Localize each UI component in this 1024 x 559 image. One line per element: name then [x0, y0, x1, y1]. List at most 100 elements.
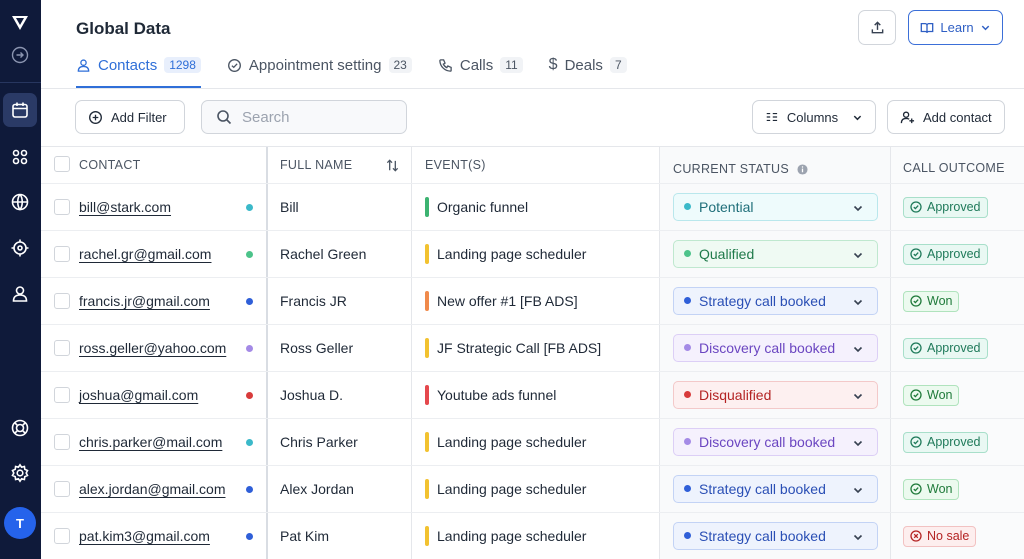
sort-icon[interactable] — [385, 158, 400, 173]
event-cell[interactable]: JF Strategic Call [FB ADS] — [437, 337, 601, 359]
status-dropdown[interactable]: Strategy call booked — [673, 474, 878, 503]
row-checkbox[interactable] — [54, 292, 70, 309]
full-name-cell: Alex Jordan — [280, 480, 354, 497]
status-dropdown[interactable]: Strategy call booked — [673, 286, 878, 315]
add-filter-button[interactable]: Add Filter — [75, 100, 185, 134]
check-circle-icon — [910, 483, 922, 495]
status-dropdown[interactable]: Potential — [673, 192, 878, 221]
outcome-label: Approved — [927, 200, 981, 214]
status-dropdown[interactable]: Qualified — [673, 239, 878, 268]
event-cell[interactable]: Landing page scheduler — [437, 525, 586, 547]
header-label: EVENT(S) — [425, 158, 486, 172]
row-divider — [41, 230, 1024, 231]
tab-count: 7 — [609, 57, 627, 73]
info-icon[interactable] — [797, 163, 808, 175]
event-cell[interactable]: Organic funnel — [437, 196, 528, 218]
column-header-contact[interactable]: CONTACT — [79, 147, 141, 183]
chevron-down-icon — [853, 252, 863, 258]
search-input[interactable] — [242, 108, 382, 126]
add-filter-label: Add Filter — [111, 109, 167, 125]
contact-email-link[interactable]: rachel.gr@gmail.com — [79, 246, 211, 262]
contact-email-link[interactable]: ross.geller@yahoo.com — [79, 340, 226, 356]
event-color-bar — [425, 243, 429, 264]
row-checkbox[interactable] — [54, 480, 70, 497]
full-name-cell: Rachel Green — [280, 245, 367, 262]
logo-icon — [9, 12, 31, 34]
user-avatar[interactable]: T — [4, 507, 36, 539]
status-dropdown[interactable]: Discovery call booked — [673, 427, 878, 456]
contact-email-link[interactable]: pat.kim3@gmail.com — [79, 528, 210, 544]
contact-email-link[interactable]: bill@stark.com — [79, 199, 171, 215]
chevron-down-icon — [853, 346, 863, 352]
help-lifebuoy-icon[interactable] — [9, 417, 31, 439]
tab-contacts[interactable]: Contacts 1298 — [76, 53, 201, 88]
row-checkbox[interactable] — [54, 527, 70, 544]
globe-icon[interactable] — [9, 191, 31, 213]
column-divider — [890, 147, 891, 559]
tab-appointment-setting[interactable]: Appointment setting 23 — [227, 53, 412, 77]
select-all-checkbox[interactable] — [54, 156, 70, 172]
status-label: Potential — [699, 198, 754, 215]
status-dropdown[interactable]: Disqualified — [673, 380, 878, 409]
contact-status-dot — [246, 297, 253, 305]
header-label: CURRENT STATUS — [673, 162, 790, 176]
add-user-icon — [900, 110, 915, 123]
event-cell[interactable]: Landing page scheduler — [437, 478, 586, 500]
sidebar-divider — [0, 82, 41, 83]
book-icon — [921, 22, 934, 33]
search-field[interactable] — [201, 100, 407, 134]
columns-icon — [766, 112, 778, 122]
grid-icon[interactable] — [9, 146, 31, 168]
tab-label: Appointment setting — [248, 56, 382, 74]
column-header-call-outcome[interactable]: CALL OUTCOME — [903, 150, 1005, 186]
row-checkbox[interactable] — [54, 339, 70, 356]
event-cell[interactable]: Landing page scheduler — [437, 243, 586, 265]
target-icon[interactable] — [9, 237, 31, 259]
status-dropdown[interactable]: Strategy call booked — [673, 521, 878, 550]
event-cell[interactable]: New offer #1 [FB ADS] — [437, 290, 578, 312]
row-checkbox[interactable] — [54, 386, 70, 403]
status-dot — [684, 391, 691, 398]
contacts-icon[interactable] — [9, 283, 31, 305]
learn-button[interactable]: Learn — [908, 10, 1003, 45]
column-header-events[interactable]: EVENT(S) — [425, 147, 486, 183]
row-checkbox[interactable] — [54, 433, 70, 450]
chevron-down-icon — [853, 487, 863, 493]
event-cell[interactable]: Landing page scheduler — [437, 431, 586, 453]
expand-arrow-icon[interactable] — [9, 44, 31, 66]
contact-email-link[interactable]: francis.jr@gmail.com — [79, 293, 210, 309]
row-checkbox[interactable] — [54, 245, 70, 262]
full-name-cell: Pat Kim — [280, 527, 330, 544]
row-divider — [41, 277, 1024, 278]
add-contact-button[interactable]: Add contact — [887, 100, 1005, 134]
sidebar: T — [0, 0, 41, 559]
call-outcome-badge: Approved — [903, 337, 988, 359]
contact-cell: chris.parker@mail.com — [79, 431, 222, 453]
add-contact-label: Add contact — [923, 109, 992, 125]
full-name-cell: Francis JR — [280, 292, 347, 309]
tab-count: 23 — [388, 57, 412, 73]
contact-status-dot — [246, 532, 253, 540]
status-dropdown[interactable]: Discovery call booked — [673, 333, 878, 362]
settings-gear-icon[interactable] — [9, 462, 31, 484]
call-outcome-badge: Approved — [903, 431, 988, 453]
contact-cell: alex.jordan@gmail.com — [79, 478, 226, 500]
contact-email-link[interactable]: alex.jordan@gmail.com — [79, 481, 226, 497]
column-header-full-name[interactable]: FULL NAME — [280, 147, 400, 183]
tab-label: Deals — [564, 56, 603, 74]
event-cell[interactable]: Youtube ads funnel — [437, 384, 556, 406]
check-circle-icon — [910, 436, 922, 448]
calendar-icon[interactable] — [9, 99, 31, 121]
tab-deals[interactable]: $ Deals 7 — [549, 53, 627, 77]
status-label: Strategy call booked — [699, 527, 826, 544]
row-checkbox[interactable] — [54, 198, 70, 215]
status-label: Discovery call booked — [699, 339, 836, 356]
tab-calls[interactable]: Calls 11 — [438, 53, 523, 77]
column-header-current-status[interactable]: CURRENT STATUS — [673, 151, 808, 187]
export-button[interactable] — [858, 10, 896, 45]
columns-button[interactable]: Columns — [752, 100, 876, 134]
contact-email-link[interactable]: joshua@gmail.com — [79, 387, 198, 403]
chevron-down-icon — [853, 440, 863, 446]
contact-email-link[interactable]: chris.parker@mail.com — [79, 434, 222, 450]
column-divider — [266, 147, 268, 559]
